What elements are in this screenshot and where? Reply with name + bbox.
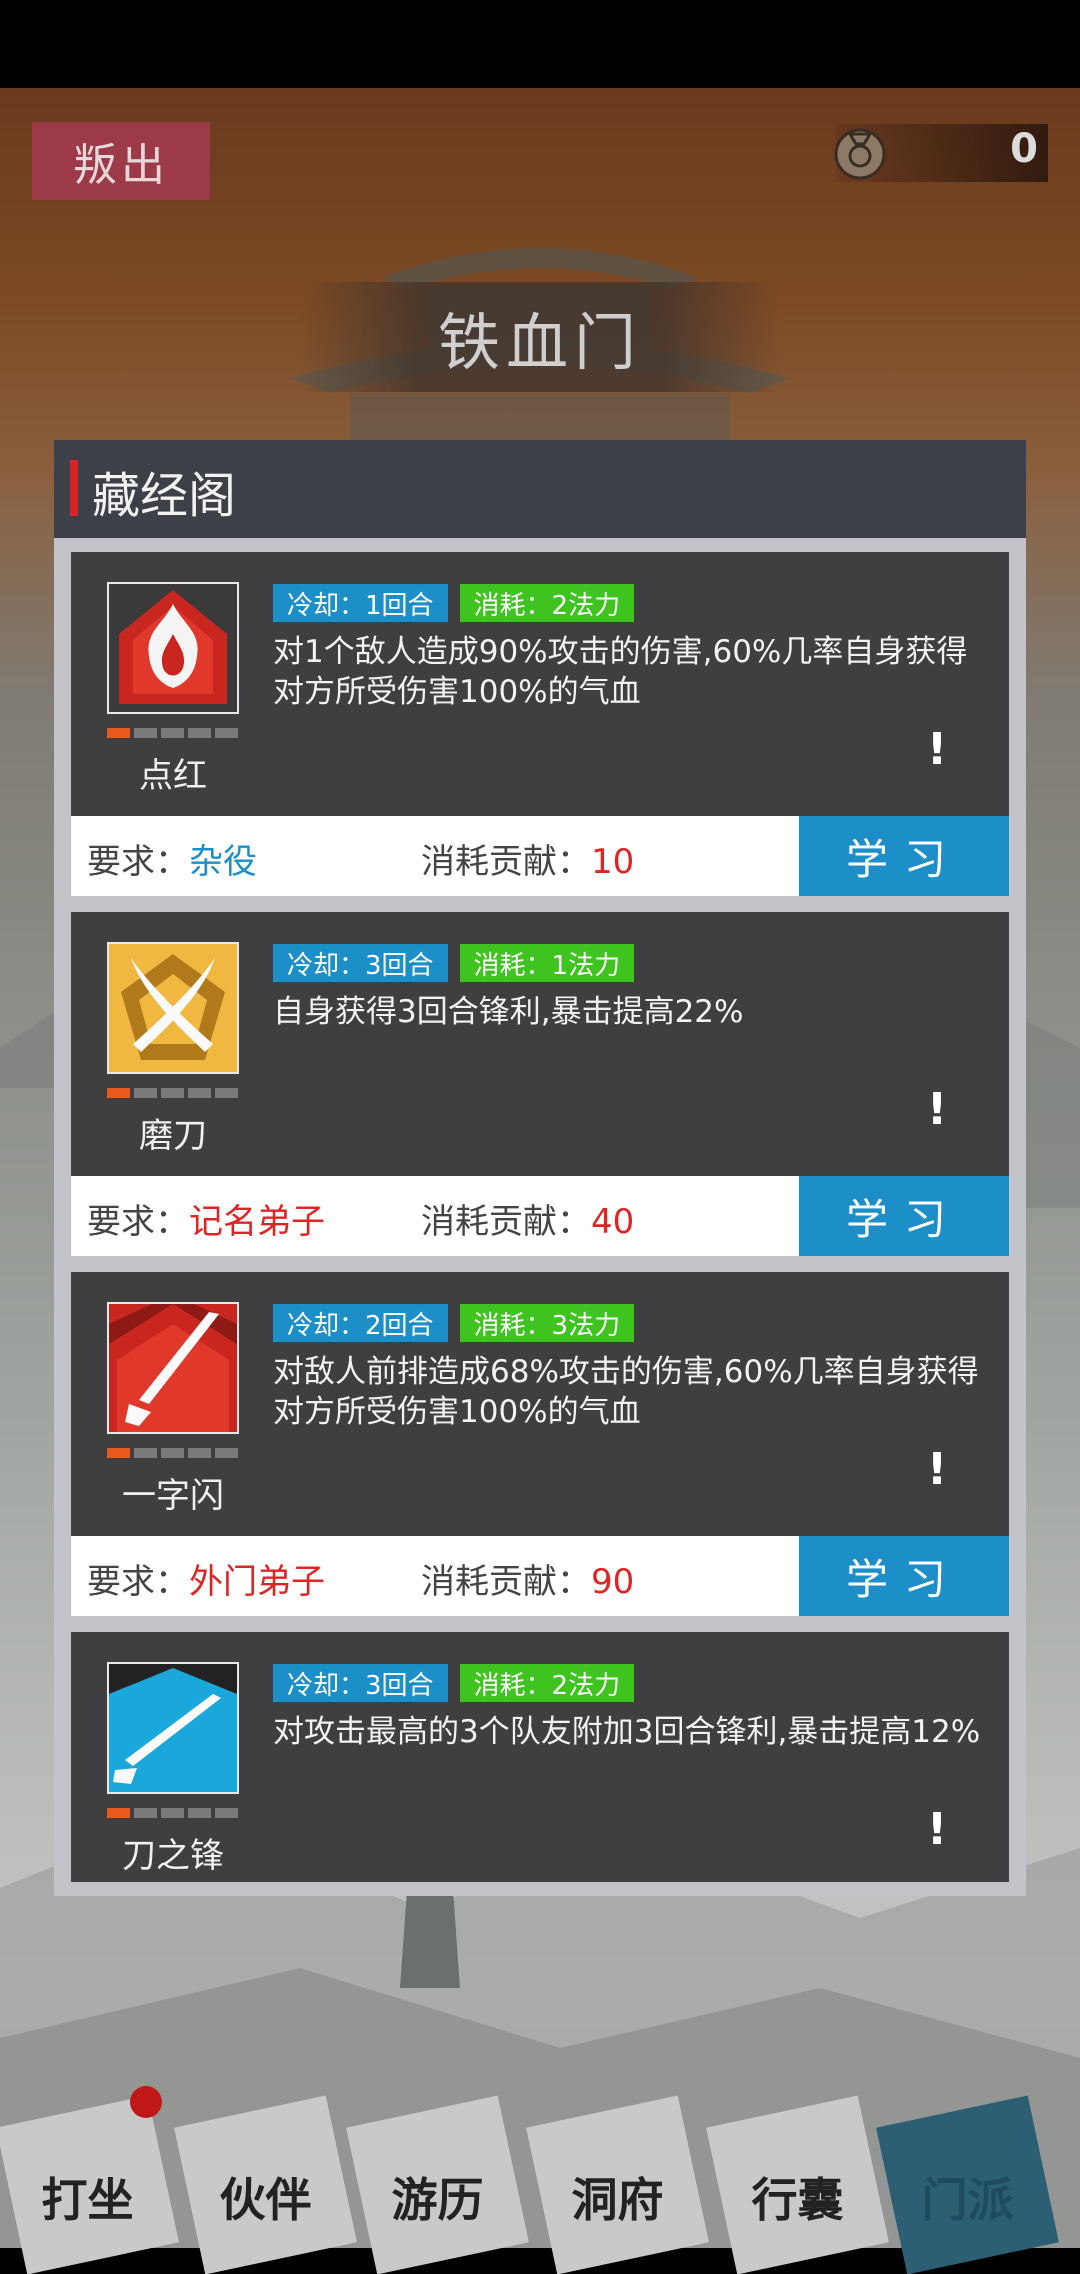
scripture-pavilion-panel: 藏经阁 点红 冷却：1回合 消耗：2法力 对1个敌人造成90%攻击的伤害,60%… xyxy=(54,440,1026,1896)
tab-label: 门派 xyxy=(921,2173,1014,2227)
contribution-value: 90 xyxy=(591,1562,635,1602)
skill-description: 自身获得3回合锋利,暴击提高22% xyxy=(273,994,744,1030)
requirement-value: 记名弟子 xyxy=(189,1202,325,1242)
tab-partner[interactable]: 伙伴 xyxy=(174,2080,357,2274)
skill-card: 一字闪 冷却：2回合 消耗：3法力 对敌人前排造成68%攻击的伤害,60%几率自… xyxy=(71,1272,1009,1536)
contribution-label: 消耗贡献：90 xyxy=(421,1562,635,1602)
requirement-row: 要求：外门弟子 消耗贡献：90 学习 xyxy=(71,1536,1009,1616)
bottom-nav: 打坐 伙伴 游历 洞府 行囊 门派 xyxy=(0,2080,1080,2274)
skill-description: 对敌人前排造成68%攻击的伤害,60%几率自身获得对方所受伤害100%的气血 xyxy=(273,1354,979,1430)
tab-label: 打坐 xyxy=(41,2173,134,2227)
skill-card: 磨刀 冷却：3回合 消耗：1法力 自身获得3回合锋利,暴击提高22% ! xyxy=(71,912,1009,1176)
learn-button[interactable]: 学习 xyxy=(799,1176,1009,1256)
crossed-blades-icon xyxy=(107,942,239,1074)
betray-button[interactable]: 叛出 xyxy=(32,122,210,200)
flame-icon xyxy=(107,582,239,714)
skill-level-bar xyxy=(107,1808,238,1818)
skill-level-bar xyxy=(107,728,238,738)
skill-description: 对1个敌人造成90%攻击的伤害,60%几率自身获得对方所受伤害100%的气血 xyxy=(273,634,968,710)
info-button[interactable]: ! xyxy=(927,1804,947,1855)
skill-name: 刀之锋 xyxy=(122,1836,224,1876)
tab-label: 伙伴 xyxy=(219,2173,312,2227)
requirement-value: 外门弟子 xyxy=(189,1562,325,1602)
learn-button[interactable]: 学习 xyxy=(799,1536,1009,1616)
cooldown-tag: 冷却：3回合 xyxy=(273,944,448,982)
panel-header: 藏经阁 xyxy=(54,440,1026,538)
coin-pouch-icon xyxy=(834,128,886,180)
sect-name: 铁血门 xyxy=(437,306,642,379)
tab-label: 游历 xyxy=(391,2173,484,2227)
contribution-value: 10 xyxy=(591,842,635,882)
skill-name: 点红 xyxy=(139,756,207,796)
requirement-row: 要求：杂役 消耗贡献：10 学习 xyxy=(71,816,1009,896)
skill-name: 一字闪 xyxy=(122,1476,224,1516)
skill-tags: 冷却：2回合 消耗：3法力 xyxy=(273,1304,635,1342)
info-button[interactable]: ! xyxy=(927,1084,947,1135)
info-button[interactable]: ! xyxy=(927,1444,947,1495)
requirement-value: 杂役 xyxy=(189,842,257,882)
cooldown-tag: 冷却：2回合 xyxy=(273,1304,448,1342)
skill-card: 点红 冷却：1回合 消耗：2法力 对1个敌人造成90%攻击的伤害,60%几率自身… xyxy=(71,552,1009,816)
contribution-label: 消耗贡献：40 xyxy=(421,1202,635,1242)
cost-tag: 消耗：2法力 xyxy=(459,584,635,622)
cooldown-tag: 冷却：3回合 xyxy=(273,1664,448,1702)
panel-title: 藏经阁 xyxy=(92,468,237,524)
requirement-label: 要求：外门弟子 xyxy=(87,1562,325,1602)
skill-level-bar xyxy=(107,1448,238,1458)
tab-bag[interactable]: 行囊 xyxy=(706,2080,889,2274)
cost-tag: 消耗：2法力 xyxy=(459,1664,635,1702)
notification-dot xyxy=(130,2086,162,2118)
tab-cave[interactable]: 洞府 xyxy=(526,2080,709,2274)
currency-value: 0 xyxy=(1010,126,1038,172)
requirement-row: 要求：记名弟子 消耗贡献：40 学习 xyxy=(71,1176,1009,1256)
cost-tag: 消耗：1法力 xyxy=(459,944,635,982)
panel-accent-bar xyxy=(70,460,78,516)
skill-tags: 冷却：1回合 消耗：2法力 xyxy=(273,584,635,622)
requirement-label: 要求：记名弟子 xyxy=(87,1202,325,1242)
cost-tag: 消耗：3法力 xyxy=(459,1304,635,1342)
tab-sect[interactable]: 门派 xyxy=(876,2080,1059,2274)
cooldown-tag: 冷却：1回合 xyxy=(273,584,448,622)
skill-tags: 冷却：3回合 消耗：2法力 xyxy=(273,1664,635,1702)
tab-label: 行囊 xyxy=(751,2173,844,2227)
requirement-label: 要求：杂役 xyxy=(87,842,257,882)
contribution-value: 40 xyxy=(591,1202,635,1242)
tab-travel[interactable]: 游历 xyxy=(346,2080,529,2274)
info-button[interactable]: ! xyxy=(927,724,947,775)
skill-description: 对攻击最高的3个队友附加3回合锋利,暴击提高12% xyxy=(273,1714,981,1750)
tab-label: 洞府 xyxy=(571,2173,664,2227)
learn-button[interactable]: 学习 xyxy=(799,816,1009,896)
blade-edge-icon xyxy=(107,1662,239,1794)
skill-name: 磨刀 xyxy=(139,1116,207,1156)
sword-slash-icon xyxy=(107,1302,239,1434)
contribution-label: 消耗贡献：10 xyxy=(421,842,635,882)
skill-tags: 冷却：3回合 消耗：1法力 xyxy=(273,944,635,982)
skill-card: 刀之锋 冷却：3回合 消耗：2法力 对攻击最高的3个队友附加3回合锋利,暴击提高… xyxy=(71,1632,1009,1882)
status-bar xyxy=(0,0,1080,88)
skill-level-bar xyxy=(107,1088,238,1098)
